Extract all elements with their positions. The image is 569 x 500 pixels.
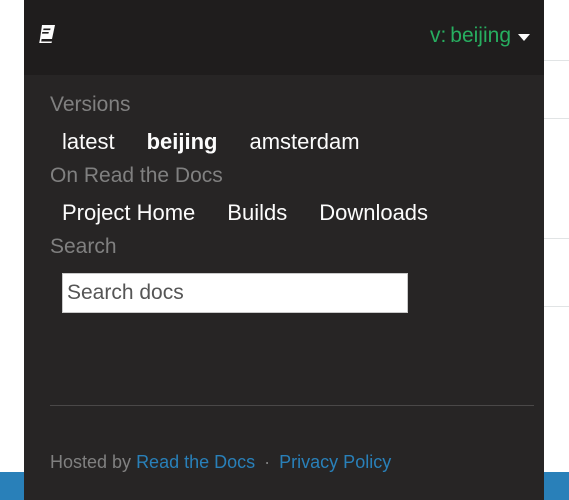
version-link-amsterdam[interactable]: amsterdam xyxy=(249,130,359,154)
background-rule xyxy=(543,118,569,119)
version-link-latest[interactable]: latest xyxy=(62,130,115,154)
footer-divider xyxy=(50,405,534,406)
privacy-policy-link[interactable]: Privacy Policy xyxy=(279,452,391,472)
flyout-header[interactable]: v: beijing xyxy=(24,0,544,75)
background-accent-bar xyxy=(0,472,24,500)
current-version-label: beijing xyxy=(450,24,511,47)
project-home-link[interactable]: Project Home xyxy=(62,201,195,225)
versions-flyout-panel: v: beijing Versions latest beijing amste… xyxy=(24,0,544,500)
builds-link[interactable]: Builds xyxy=(227,201,287,225)
search-heading: Search xyxy=(50,235,117,258)
background-rule xyxy=(543,238,569,239)
version-prefix: v: xyxy=(429,24,447,47)
background-rule xyxy=(543,306,569,307)
background-accent-bar xyxy=(543,472,569,500)
hosted-by-text: Hosted by xyxy=(50,452,132,472)
flyout-body: Versions latest beijing amsterdam On Rea… xyxy=(24,75,544,313)
rtd-heading: On Read the Docs xyxy=(50,164,223,187)
background-rule xyxy=(543,60,569,61)
versions-list: latest beijing amsterdam xyxy=(62,130,520,154)
read-the-docs-link[interactable]: Read the Docs xyxy=(136,452,255,472)
footer-separator: · xyxy=(264,452,271,472)
rtd-links-list: Project Home Builds Downloads xyxy=(62,201,520,225)
search-docs-input[interactable] xyxy=(62,273,408,313)
caret-down-icon xyxy=(518,33,530,41)
flyout-footer: Hosted by Read the Docs · Privacy Policy xyxy=(50,451,391,473)
versions-heading: Versions xyxy=(50,93,131,116)
version-link-beijing[interactable]: beijing xyxy=(147,130,218,154)
downloads-link[interactable]: Downloads xyxy=(319,201,428,225)
book-icon xyxy=(38,24,56,44)
current-version-toggle[interactable]: v: beijing xyxy=(430,24,530,48)
